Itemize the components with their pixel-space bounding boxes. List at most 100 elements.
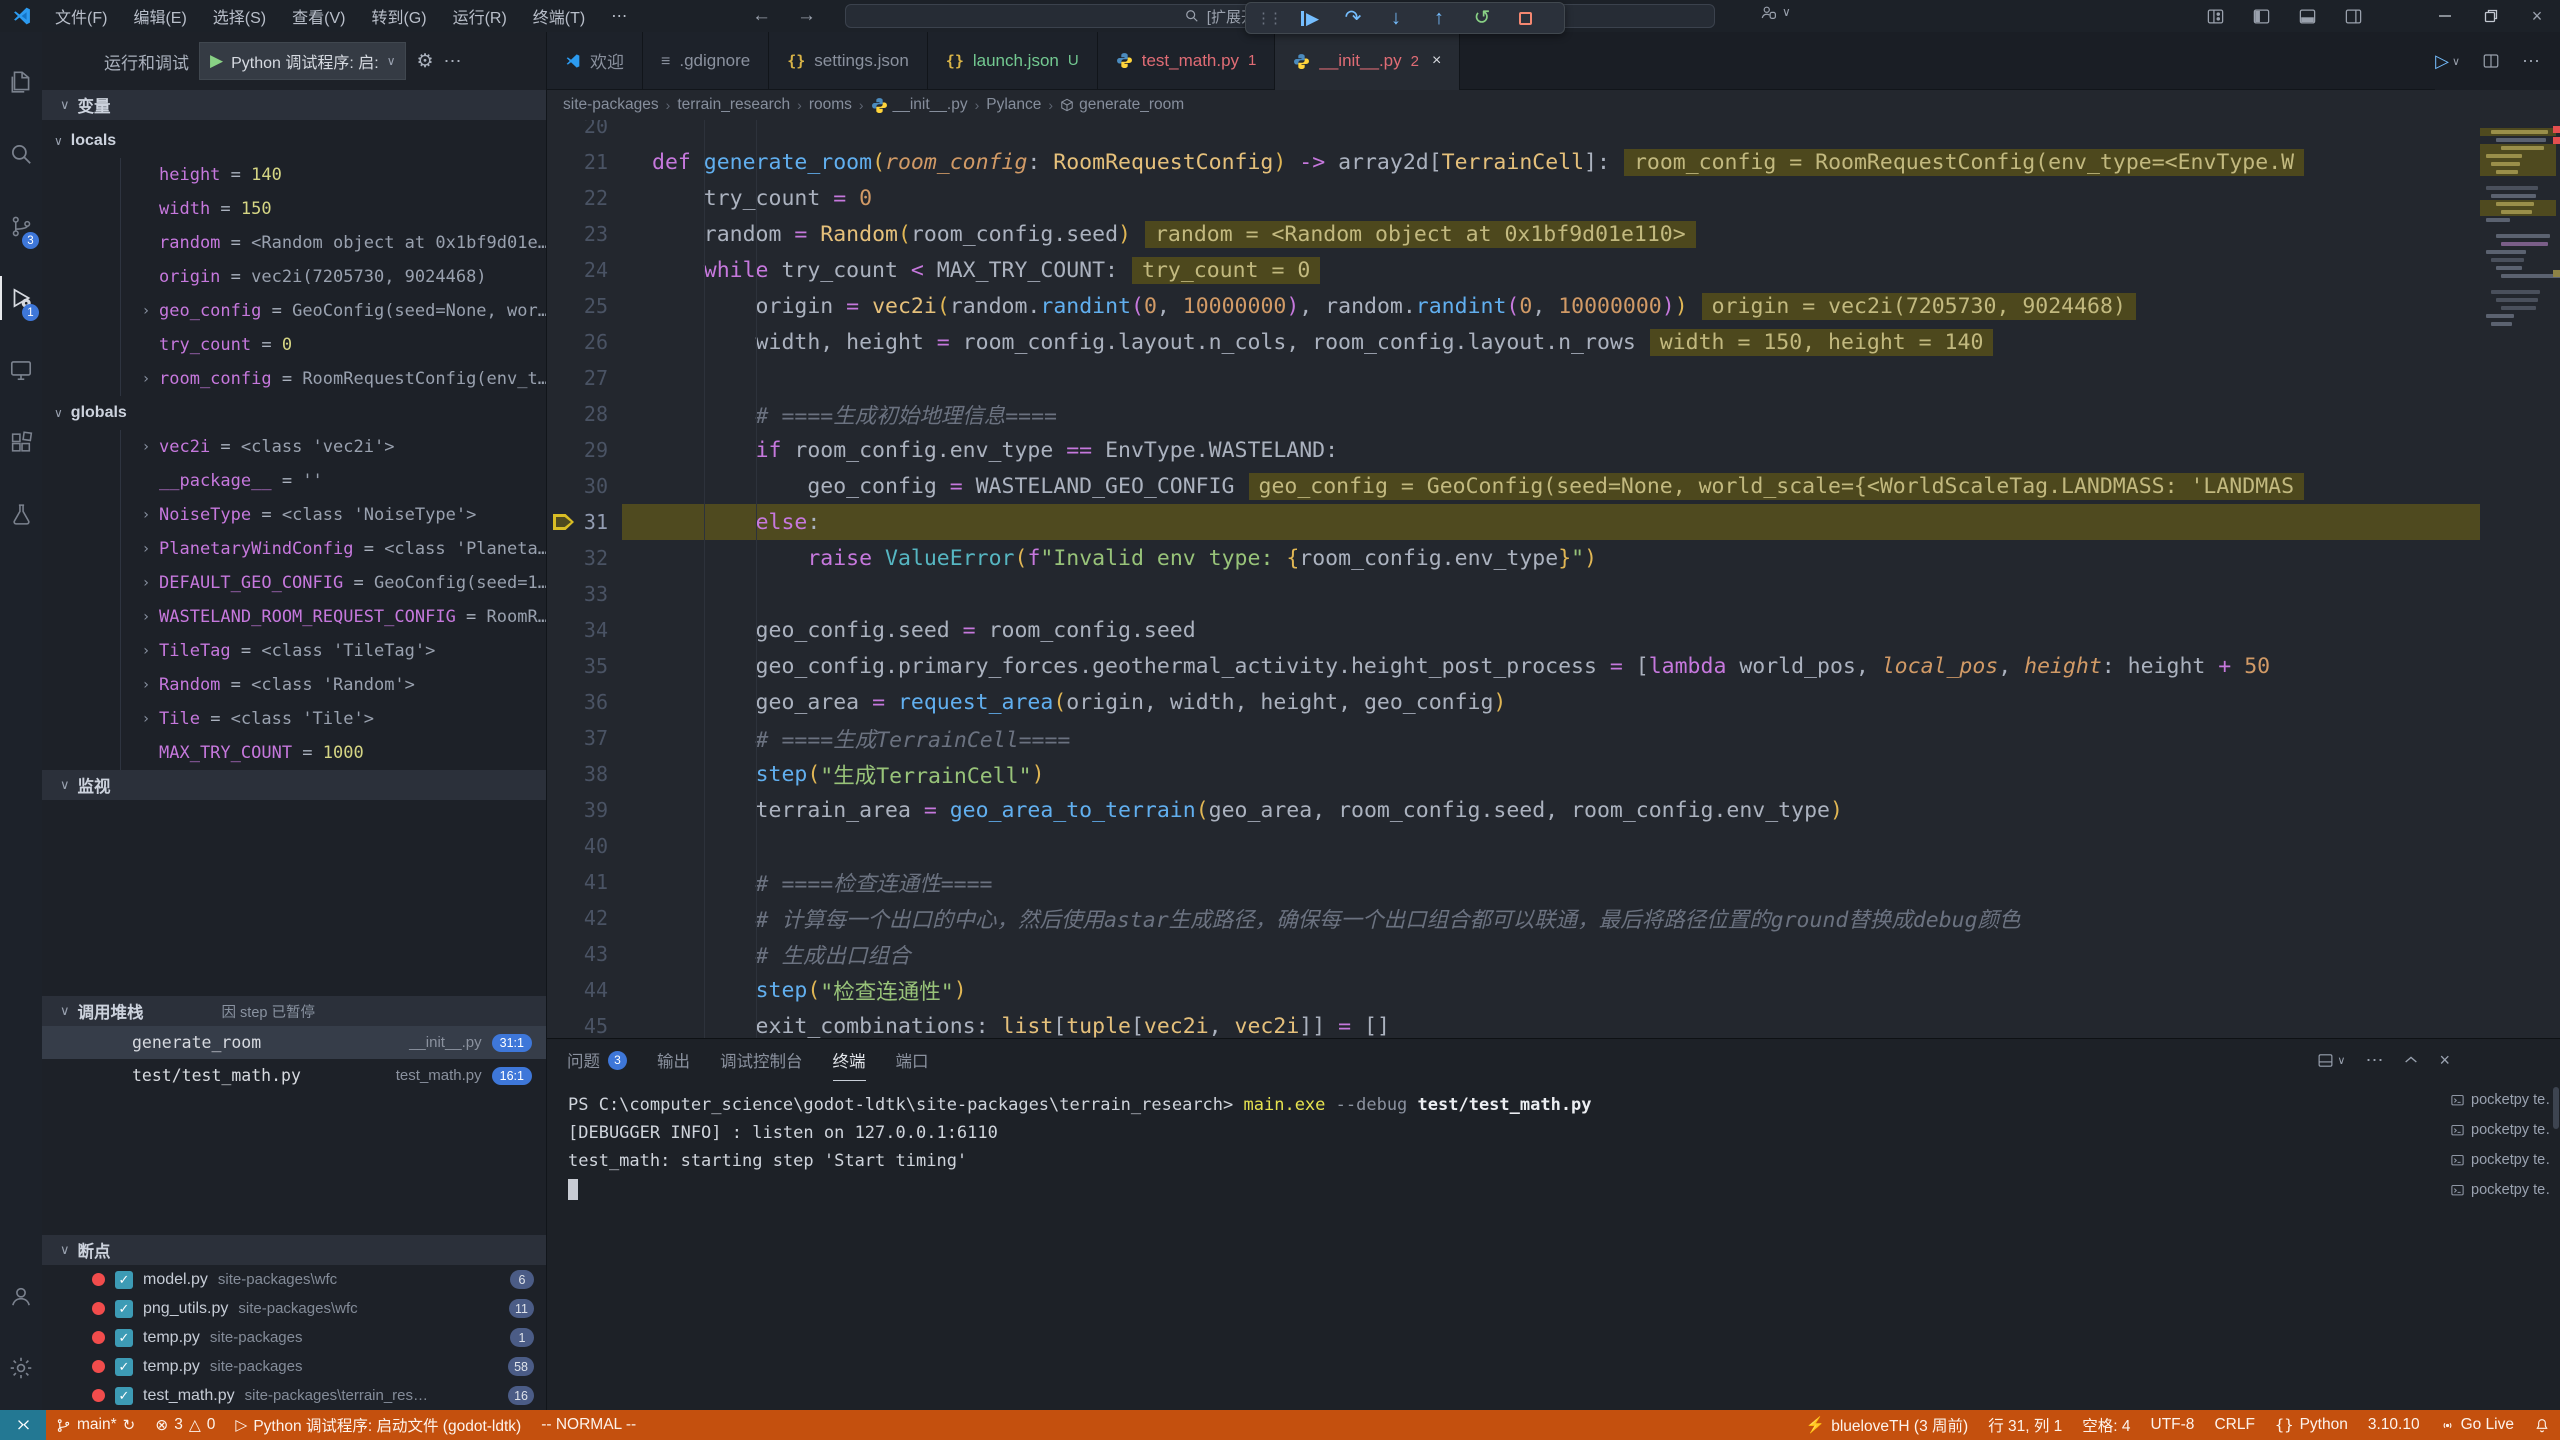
line-number[interactable]: 33: [547, 576, 622, 612]
line-number[interactable]: 45: [547, 1008, 622, 1038]
nav-forward-icon[interactable]: →: [797, 5, 816, 27]
debug-step-over-button[interactable]: ↷: [1340, 5, 1366, 31]
variable-row[interactable]: ›DEFAULT_GEO_CONFIG = GeoConfig(seed=1…: [121, 566, 546, 600]
code-line-44[interactable]: step("检查连通性"): [622, 972, 2480, 1008]
customize-layout-button[interactable]: [2192, 0, 2238, 32]
debug-stop-button[interactable]: [1512, 5, 1538, 31]
breakpoint-row[interactable]: ✓temp.pysite-packages58: [42, 1352, 546, 1381]
activity-testing-button[interactable]: [0, 478, 42, 550]
gear-icon[interactable]: ⚙: [416, 50, 433, 73]
code-line-23[interactable]: random = Random(room_config.seed)random …: [622, 216, 2480, 252]
code-line-26[interactable]: width, height = room_config.layout.n_col…: [622, 324, 2480, 360]
code-line-32[interactable]: raise ValueError(f"Invalid env type: {ro…: [622, 540, 2480, 576]
problems-status[interactable]: ⊗3 △0: [145, 1410, 225, 1440]
line-number[interactable]: 38: [547, 756, 622, 792]
start-debug-icon[interactable]: ▶: [210, 51, 223, 71]
variable-row[interactable]: width = 150: [121, 192, 546, 226]
code-line-34[interactable]: geo_config.seed = room_config.seed: [622, 612, 2480, 648]
variable-row[interactable]: ›room_config = RoomRequestConfig(env_t…: [121, 362, 546, 396]
line-number[interactable]: 34: [547, 612, 622, 648]
terminal-instance-row[interactable]: pocketpy te…: [2450, 1085, 2550, 1115]
line-number[interactable]: 24: [547, 252, 622, 288]
expand-chevron-icon[interactable]: ›: [133, 609, 159, 625]
code-line-33[interactable]: [622, 576, 2480, 612]
breadcrumb-item-4[interactable]: Pylance: [986, 96, 1041, 114]
language-mode-status[interactable]: {} Python: [2265, 1410, 2358, 1440]
breakpoint-checkbox[interactable]: ✓: [115, 1271, 133, 1289]
code-line-27[interactable]: [622, 360, 2480, 396]
variable-row[interactable]: __package__ = '': [121, 464, 546, 498]
git-branch-status[interactable]: main* ↻: [46, 1410, 145, 1440]
code-line-36[interactable]: geo_area = request_area(origin, width, h…: [622, 684, 2480, 720]
line-number[interactable]: 39: [547, 792, 622, 828]
activity-account-button[interactable]: [0, 1260, 42, 1332]
tab--[interactable]: 欢迎: [547, 32, 643, 90]
code-line-41[interactable]: # ====检查连通性====: [622, 864, 2480, 900]
line-number[interactable]: 22: [547, 180, 622, 216]
code-line-45[interactable]: exit_combinations: list[tuple[vec2i, vec…: [622, 1008, 2480, 1038]
variable-row[interactable]: ›TileTag = <class 'TileTag'>: [121, 634, 546, 668]
code-line-40[interactable]: [622, 828, 2480, 864]
line-number[interactable]: 43: [547, 936, 622, 972]
gitlens-blame-status[interactable]: ⚡ blueloveTH (3 周前): [1796, 1410, 1978, 1440]
vim-mode-indicator[interactable]: -- NORMAL --: [531, 1410, 646, 1440]
code-line-30[interactable]: geo_config = WASTELAND_GEO_CONFIGgeo_con…: [622, 468, 2480, 504]
variable-scope-globals[interactable]: ∨globals: [42, 396, 546, 430]
code-line-22[interactable]: try_count = 0: [622, 180, 2480, 216]
code-line-29[interactable]: if room_config.env_type == EnvType.WASTE…: [622, 432, 2480, 468]
toggle-sidebar-button[interactable]: [2238, 0, 2284, 32]
line-number[interactable]: 26: [547, 324, 622, 360]
menu-more-button[interactable]: ⋯: [598, 0, 640, 32]
activity-extensions-button[interactable]: [0, 406, 42, 478]
debug-step-out-button[interactable]: ↑: [1426, 5, 1452, 31]
run-python-file-button[interactable]: ▷∨: [2435, 51, 2460, 72]
tab-settings.json[interactable]: {}settings.json: [769, 32, 928, 90]
line-number[interactable]: 32: [547, 540, 622, 576]
panel-close-button[interactable]: ×: [2439, 1050, 2450, 1071]
activity-source-control-button[interactable]: 3: [0, 190, 42, 262]
code-line-38[interactable]: step("生成TerrainCell"): [622, 756, 2480, 792]
variable-row[interactable]: ›Tile = <class 'Tile'>: [121, 702, 546, 736]
breakpoint-row[interactable]: ✓model.pysite-packages\wfc6: [42, 1265, 546, 1294]
minimap[interactable]: [2482, 120, 2554, 336]
expand-chevron-icon[interactable]: ›: [133, 541, 159, 557]
nav-back-icon[interactable]: ←: [752, 5, 771, 27]
editor-gutter[interactable]: 2021222324252627282930313233343536373839…: [547, 120, 622, 1038]
split-editor-button[interactable]: [2482, 52, 2500, 70]
menu-item-6[interactable]: 终端(T): [520, 0, 598, 32]
line-number[interactable]: 27: [547, 360, 622, 396]
tab-launch.json[interactable]: {}launch.jsonU: [928, 32, 1098, 90]
breadcrumb-item-3[interactable]: __init__.py: [871, 96, 968, 114]
tab-__init__.py[interactable]: __init__.py2×: [1275, 32, 1460, 90]
variable-row[interactable]: ›geo_config = GeoConfig(seed=None, wor…: [121, 294, 546, 328]
menu-item-0[interactable]: 文件(F): [42, 0, 120, 32]
line-number[interactable]: 28: [547, 396, 622, 432]
watch-section-header[interactable]: ∨ 监视: [42, 770, 546, 800]
line-number[interactable]: 36: [547, 684, 622, 720]
terminal-output[interactable]: PS C:\computer_science\godot-ldtk\site-p…: [547, 1081, 2560, 1203]
variable-row[interactable]: try_count = 0: [121, 328, 546, 362]
breakpoints-section-header[interactable]: ∨ 断点: [42, 1235, 546, 1265]
expand-chevron-icon[interactable]: ›: [133, 711, 159, 727]
code-line-28[interactable]: # ====生成初始地理信息====: [622, 396, 2480, 432]
menu-item-1[interactable]: 编辑(E): [120, 0, 199, 32]
breakpoint-row[interactable]: ✓test_math.pysite-packages\terrain_res…1…: [42, 1381, 546, 1410]
variable-row[interactable]: ›WASTELAND_ROOM_REQUEST_CONFIG = RoomR…: [121, 600, 546, 634]
debug-session-status[interactable]: ▷ Python 调试程序: 启动文件 (godot-ldtk): [225, 1410, 531, 1440]
code-line-20[interactable]: [622, 120, 2480, 144]
more-actions-icon[interactable]: ⋯: [444, 51, 463, 72]
code-line-35[interactable]: geo_config.primary_forces.geothermal_act…: [622, 648, 2480, 684]
window-minimize-button[interactable]: [2422, 0, 2468, 32]
panel-tab-终端[interactable]: 终端: [833, 1039, 866, 1081]
line-number[interactable]: 44: [547, 972, 622, 1008]
expand-chevron-icon[interactable]: ›: [133, 575, 159, 591]
variable-row[interactable]: ›Random = <class 'Random'>: [121, 668, 546, 702]
menu-item-3[interactable]: 查看(V): [279, 0, 358, 32]
toggle-secondary-sidebar-button[interactable]: [2330, 0, 2376, 32]
variables-section-header[interactable]: ∨ 变量: [42, 90, 546, 120]
line-number[interactable]: 35: [547, 648, 622, 684]
line-number[interactable]: 41: [547, 864, 622, 900]
debug-step-into-button[interactable]: ↓: [1383, 5, 1409, 31]
line-number[interactable]: 23: [547, 216, 622, 252]
window-close-button[interactable]: ×: [2514, 0, 2560, 32]
